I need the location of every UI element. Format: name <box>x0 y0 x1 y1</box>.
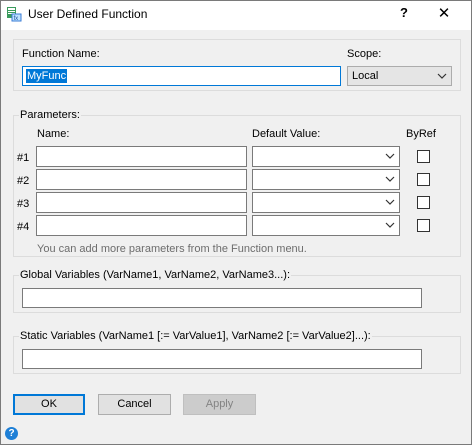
scope-label: Scope: <box>347 48 382 60</box>
param-default-header: Default Value: <box>252 128 321 140</box>
chevron-down-icon <box>385 197 395 207</box>
param-name-input[interactable] <box>36 169 247 190</box>
param-row-label: #1 <box>17 152 30 164</box>
param-name-input[interactable] <box>36 215 247 236</box>
param-byref-checkbox[interactable] <box>417 150 430 163</box>
param-row-label: #3 <box>17 198 30 210</box>
param-byref-checkbox[interactable] <box>417 196 430 209</box>
global-vars-label: Global Variables (VarName1, VarName2, Va… <box>19 269 292 281</box>
help-title-button[interactable]: ? <box>396 5 412 23</box>
static-vars-label: Static Variables (VarName1 [:= VarValue1… <box>19 330 372 342</box>
parameters-hint: You can add more parameters from the Fun… <box>37 243 307 255</box>
param-default-select[interactable] <box>252 169 400 190</box>
static-vars-input[interactable] <box>22 349 422 369</box>
chevron-down-icon <box>385 151 395 161</box>
scope-value: Local <box>352 70 379 82</box>
param-name-header: Name: <box>37 128 70 140</box>
dialog-window: fx User Defined Function ? ✕ Function Na… <box>0 0 472 445</box>
window-title: User Defined Function <box>28 7 148 21</box>
help-icon[interactable]: ? <box>5 427 18 440</box>
chevron-down-icon <box>437 71 447 81</box>
param-default-select[interactable] <box>252 146 400 167</box>
param-name-input[interactable] <box>36 192 247 213</box>
close-button[interactable]: ✕ <box>432 4 456 26</box>
param-byref-checkbox[interactable] <box>417 173 430 186</box>
param-default-select[interactable] <box>252 215 400 236</box>
function-name-label: Function Name: <box>22 48 100 60</box>
title-bar[interactable]: fx User Defined Function ? ✕ <box>1 1 471 30</box>
function-app-icon: fx <box>6 6 22 22</box>
ok-button[interactable]: OK <box>13 394 85 415</box>
chevron-down-icon <box>385 220 395 230</box>
function-name-input[interactable]: MyFunc <box>22 66 341 86</box>
cancel-button[interactable]: Cancel <box>98 394 171 415</box>
param-byref-header: ByRef <box>406 128 436 140</box>
param-byref-checkbox[interactable] <box>417 219 430 232</box>
chevron-down-icon <box>385 174 395 184</box>
param-row-label: #4 <box>17 221 30 233</box>
param-row-label: #2 <box>17 175 30 187</box>
parameters-group-label: Parameters: <box>19 109 81 121</box>
svg-text:fx: fx <box>14 16 19 22</box>
function-name-value: MyFunc <box>26 69 68 83</box>
apply-button[interactable]: Apply <box>183 394 256 415</box>
scope-select[interactable]: Local <box>347 66 452 86</box>
param-name-input[interactable] <box>36 146 247 167</box>
global-vars-input[interactable] <box>22 288 422 308</box>
param-default-select[interactable] <box>252 192 400 213</box>
